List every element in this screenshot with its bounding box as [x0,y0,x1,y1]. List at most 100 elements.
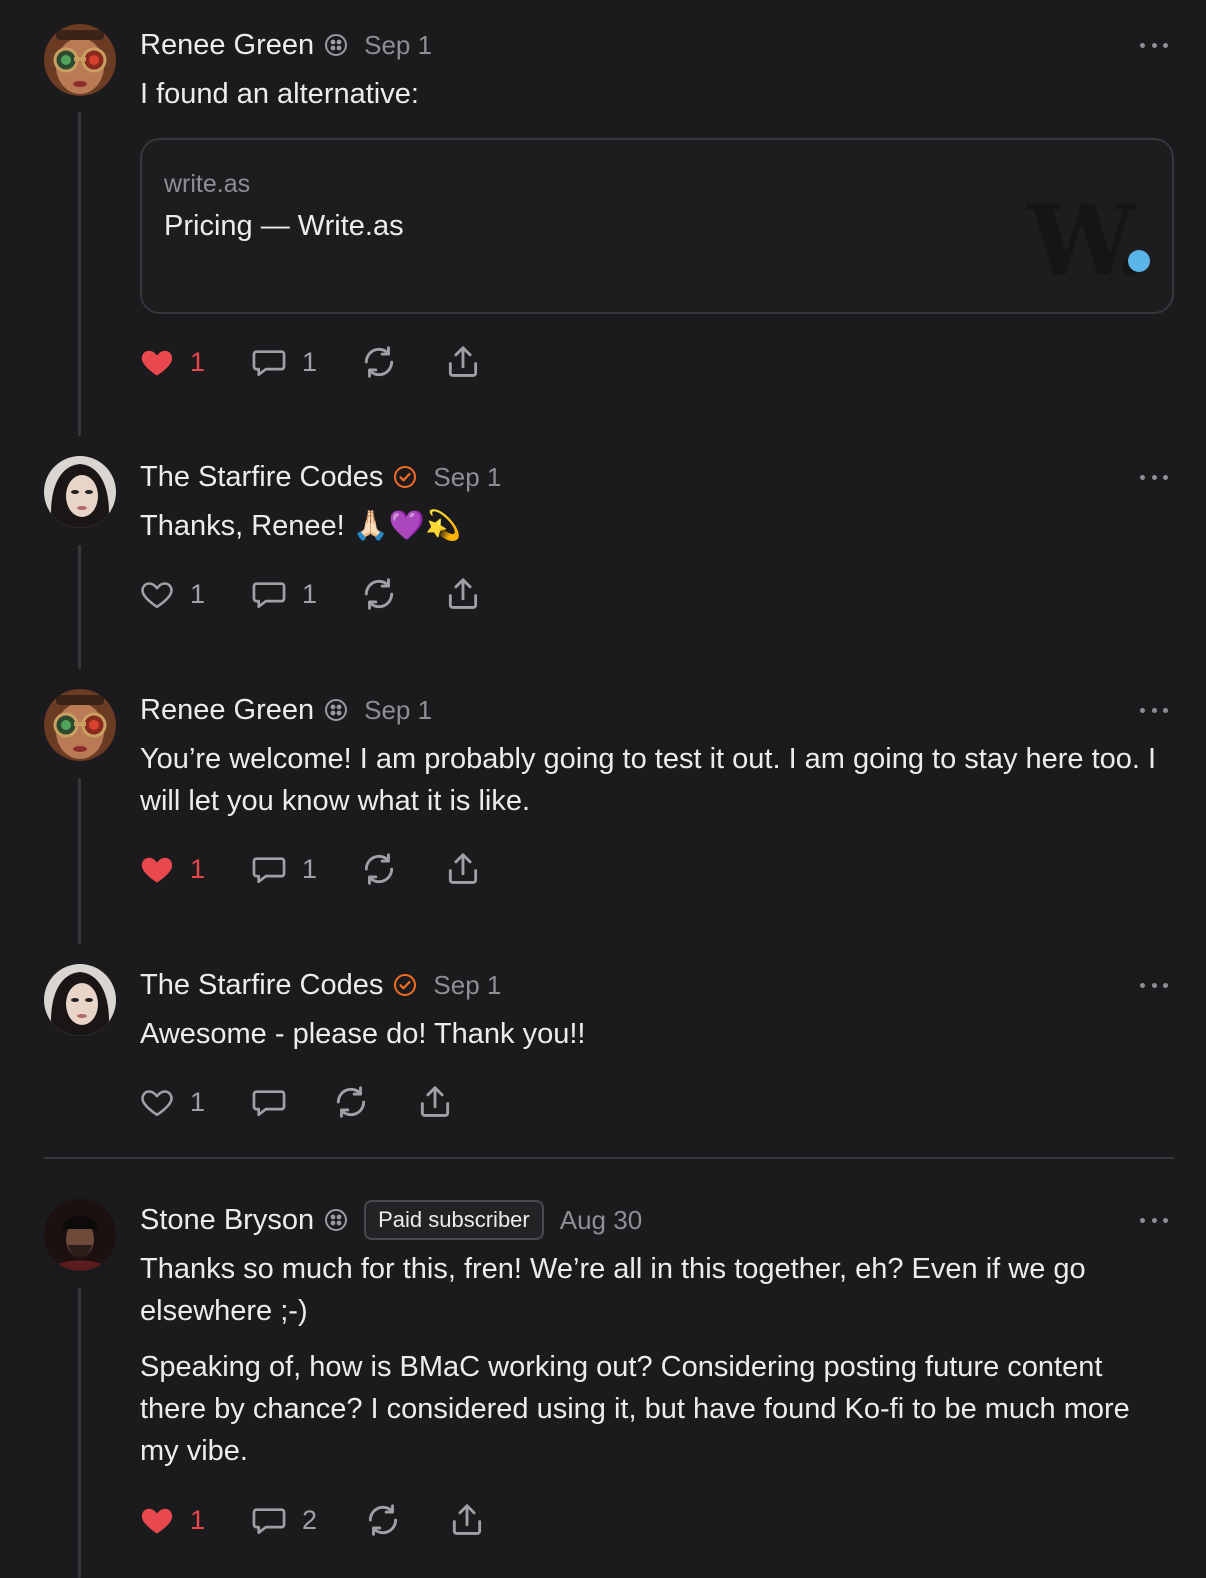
comment-body: Awesome - please do! Thank you!! [140,1013,1170,1055]
author-name[interactable]: The Starfire Codes [140,969,383,1002]
share-icon [452,1504,482,1535]
share-icon [448,346,478,377]
avatar[interactable] [44,689,116,761]
like-button[interactable]: 1 [138,849,205,889]
like-count: 1 [190,1504,206,1535]
more-icon[interactable] [1140,1216,1168,1224]
more-icon[interactable] [1140,473,1168,481]
verified-icon [394,466,417,488]
badge-icon [325,34,348,56]
restack-icon [336,1086,366,1118]
more-icon[interactable] [1140,41,1168,49]
comment-body: You’re welcome! I am probably going to t… [140,738,1170,822]
restack-button[interactable] [364,1500,402,1540]
more-icon[interactable] [1140,981,1168,989]
like-button[interactable]: 1 [138,1500,205,1540]
comment-body: Thanks, Renee! 🙏🏻💜💫 [140,505,1170,547]
share-icon [448,853,478,884]
comment-header: Stone Bryson Paid subscriber Aug 30 [140,1200,642,1240]
comment-paragraph: Thanks so much for this, fren! We’re all… [140,1253,1086,1327]
avatar[interactable] [44,24,116,96]
write-as-logo: W. [1027,184,1148,297]
comment-bubble-icon [252,1090,286,1117]
comment-bubble-icon [252,857,286,884]
author-name[interactable]: The Starfire Codes [140,461,383,494]
reply-count: 1 [302,578,318,609]
heart-icon [141,857,173,883]
avatar[interactable] [44,964,116,1036]
avatar[interactable] [44,456,116,528]
share-icon [420,1086,450,1117]
badge-icon [325,1209,348,1231]
reply-count: 1 [302,853,318,884]
share-button[interactable] [444,574,482,614]
comment-paragraph: I found an alternative: [140,78,419,110]
comment-date[interactable]: Sep 1 [364,30,432,61]
comment-bubble-icon [252,350,286,377]
restack-icon [364,853,394,885]
comment-date[interactable]: Sep 1 [433,970,501,1001]
paid-subscriber-badge: Paid subscriber [364,1200,544,1240]
reply-button[interactable]: 1 [250,849,317,889]
logo-dot [1128,250,1150,272]
comment-paragraph: Speaking of, how is BMaC working out? Co… [140,1351,1130,1467]
share-icon [448,578,478,609]
heart-icon [141,582,173,609]
restack-button[interactable] [360,574,398,614]
author-name[interactable]: Renee Green [140,29,314,62]
comment-header: Renee Green Sep 1 [140,692,432,728]
comment-date[interactable]: Sep 1 [364,695,432,726]
heart-icon [141,1508,173,1534]
like-count: 1 [190,346,206,377]
restack-icon [368,1504,398,1536]
like-button[interactable]: 1 [138,574,205,614]
thread-divider [44,1157,1174,1159]
like-count: 1 [190,1086,206,1117]
comment-paragraph: Thanks, Renee! 🙏🏻💜💫 [140,510,462,542]
heart-icon [141,350,173,376]
comment-body: I found an alternative: [140,73,1170,115]
verified-icon [394,974,417,996]
comment-date[interactable]: Aug 30 [560,1205,642,1236]
restack-button[interactable] [360,849,398,889]
like-count: 1 [190,853,206,884]
thread-line [78,1288,81,1578]
link-domain: write.as [164,170,251,198]
author-name[interactable]: Stone Bryson [140,1204,314,1237]
restack-icon [364,346,394,378]
comment-date[interactable]: Sep 1 [433,462,501,493]
heart-icon [141,1090,173,1117]
comment-bubble-icon [252,582,286,609]
thread-line [78,545,81,669]
thread-line [78,112,81,436]
reply-count: 2 [302,1504,318,1535]
like-button[interactable]: 1 [138,1082,205,1122]
reply-button[interactable]: 1 [250,574,317,614]
share-button[interactable] [444,342,482,382]
link-preview-card[interactable]: write.as Pricing — Write.as W. [140,138,1174,314]
restack-button[interactable] [332,1082,370,1122]
restack-icon [364,578,394,610]
share-button[interactable] [448,1500,486,1540]
comment-body: Thanks so much for this, fren! We’re all… [140,1248,1170,1472]
link-title: Pricing — Write.as [164,210,404,242]
like-button[interactable]: 1 [138,342,205,382]
comment-paragraph: You’re welcome! I am probably going to t… [140,743,1157,817]
badge-icon [325,699,348,721]
comment-bubble-icon [252,1508,286,1535]
share-button[interactable] [444,849,482,889]
comment-paragraph: Awesome - please do! Thank you!! [140,1018,586,1050]
reply-button[interactable]: 2 [250,1500,317,1540]
comment-header: The Starfire Codes Sep 1 [140,967,501,1003]
author-name[interactable]: Renee Green [140,694,314,727]
like-count: 1 [190,578,206,609]
avatar[interactable] [44,1199,116,1271]
thread-line [78,778,81,944]
restack-button[interactable] [360,342,398,382]
more-icon[interactable] [1140,706,1168,714]
share-button[interactable] [416,1082,454,1122]
reply-button[interactable]: 1 [250,342,317,382]
comment-header: Renee Green Sep 1 [140,27,432,63]
reply-button[interactable] [250,1082,288,1122]
comment-header: The Starfire Codes Sep 1 [140,459,501,495]
